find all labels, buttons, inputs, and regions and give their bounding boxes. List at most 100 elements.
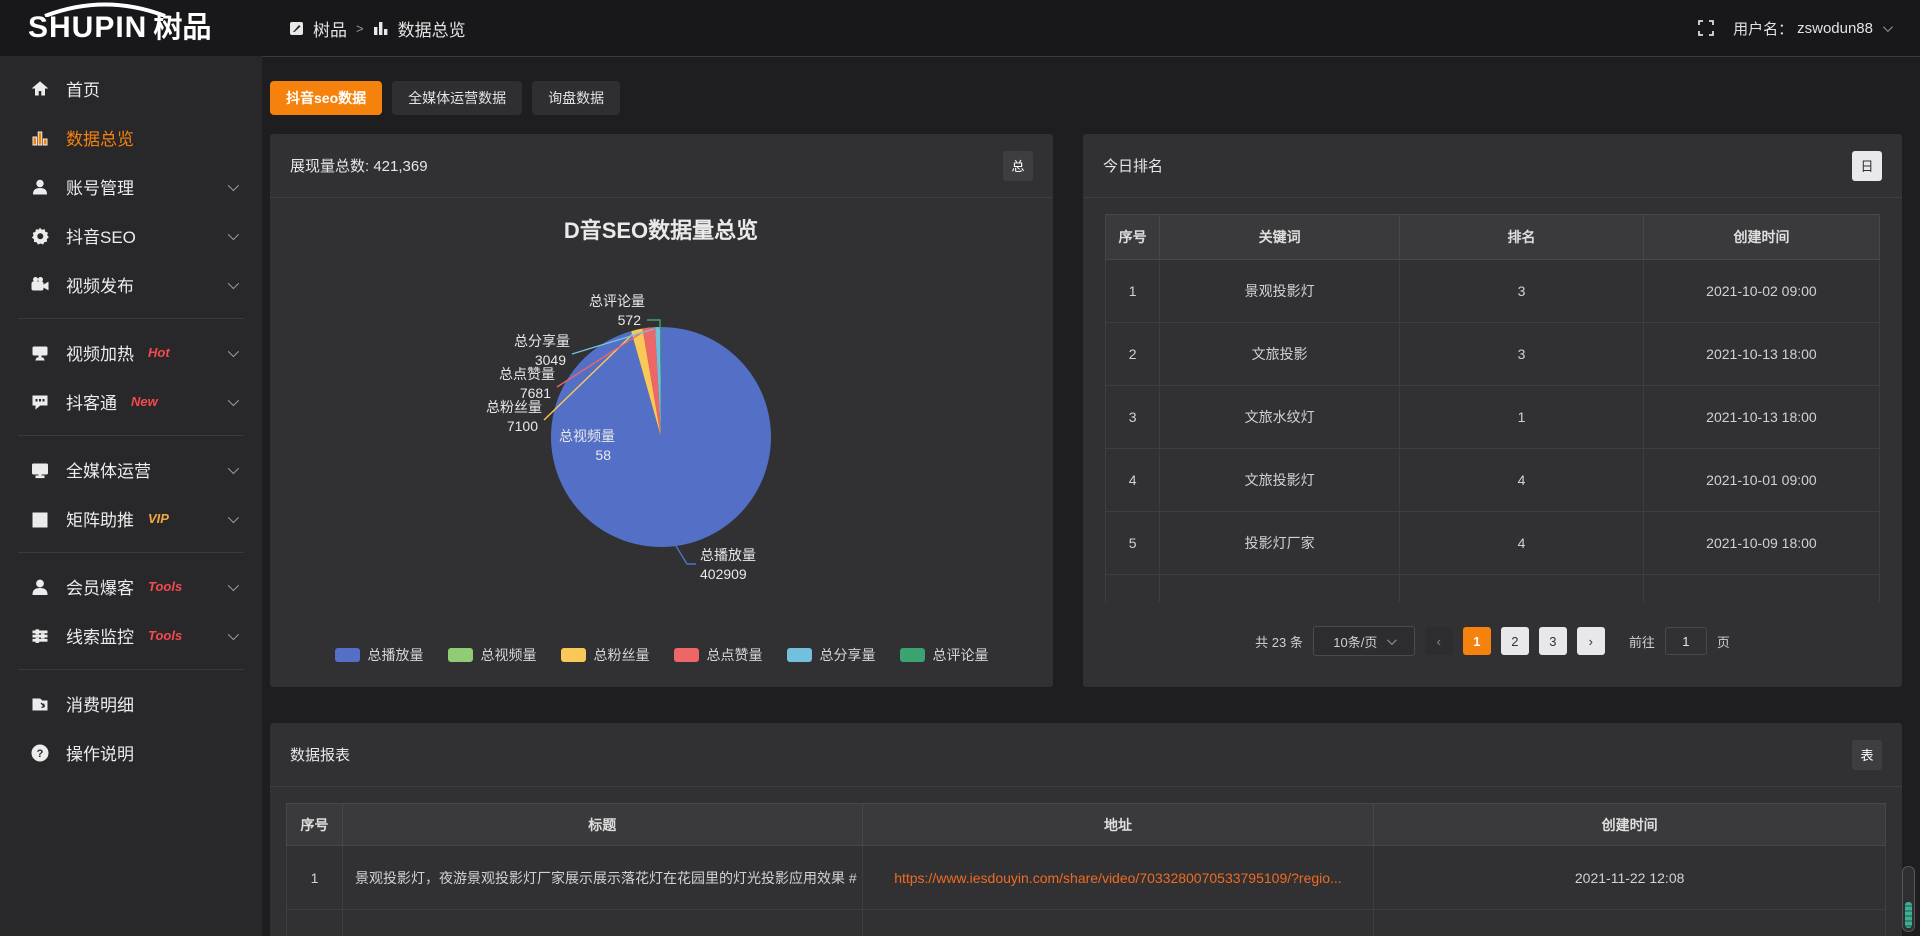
ranking-col-header: 序号: [1106, 215, 1160, 260]
home-icon: [30, 79, 50, 99]
sidebar-item-label: 消费明细: [66, 691, 134, 716]
ranking-col-header: 关键词: [1160, 215, 1400, 260]
page-buttons: 123: [1463, 627, 1567, 655]
tab-询盘数据[interactable]: 询盘数据: [532, 81, 620, 115]
edit-square-icon: [289, 21, 304, 36]
sidebar-item-sliders[interactable]: 线索监控 Tools: [0, 611, 262, 660]
table-view-button[interactable]: 表: [1852, 740, 1882, 770]
tab-label: 询盘数据: [548, 88, 604, 108]
legend-label: 总粉丝量: [594, 645, 650, 665]
user-menu[interactable]: 用户名：zswodun88: [1733, 18, 1890, 39]
sidebar-item-monitor[interactable]: 全媒体运营: [0, 445, 262, 494]
user-icon: [30, 177, 50, 197]
sidebar-item-label: 视频发布: [66, 272, 134, 297]
sidebar-item-label: 全媒体运营: [66, 457, 151, 482]
report-col-header: 创建时间: [1374, 804, 1886, 846]
fullscreen-icon[interactable]: [1697, 19, 1715, 37]
tab-全媒体运营数据[interactable]: 全媒体运营数据: [392, 81, 522, 115]
username-label: 用户名：: [1733, 18, 1793, 39]
sidebar-item-bar-chart[interactable]: 数据总览: [0, 113, 262, 162]
legend-label: 总视频量: [481, 645, 537, 665]
pie-chart[interactable]: 总播放量402909总视频量58总粉丝量7100总点赞量7681总分享量3049…: [270, 198, 1053, 643]
legend-item[interactable]: 总视频量: [448, 645, 537, 665]
sidebar-item-help[interactable]: ? 操作说明: [0, 728, 262, 777]
sidebar-item-label: 账号管理: [66, 174, 134, 199]
legend-swatch: [448, 648, 473, 662]
legend-label: 总评论量: [933, 645, 989, 665]
sidebar-item-label: 会员爆客: [66, 574, 134, 599]
legend-swatch: [787, 648, 812, 662]
bar-chart-icon: [373, 21, 389, 35]
tab-label: 全媒体运营数据: [408, 88, 506, 108]
prev-page-button[interactable]: ‹: [1425, 627, 1453, 655]
sidebar-item-label: 矩阵助推: [66, 506, 134, 531]
sidebar-item-badge: Tools: [148, 628, 182, 643]
day-range-button[interactable]: 日: [1852, 151, 1882, 181]
page-button-1[interactable]: 1: [1463, 627, 1491, 655]
member-icon: [30, 577, 50, 597]
video-title: 景观投影灯，夜游景观投影灯厂家展示展示落花灯在花园里的灯光投影应用效果 #: [342, 846, 862, 910]
scrollbar-thumb[interactable]: [1905, 902, 1912, 928]
table-row: 3文旅水纹灯12021-10-13 18:00: [1106, 386, 1880, 449]
legend-swatch: [900, 648, 925, 662]
legend-item[interactable]: 总分享量: [787, 645, 876, 665]
today-ranking-panel: 今日排名 日 序号关键词排名创建时间 1景观投影灯32021-10-02 09:…: [1083, 134, 1902, 687]
gear-icon: [30, 226, 50, 246]
report-col-header: 序号: [287, 804, 343, 846]
page-button-2[interactable]: 2: [1501, 627, 1529, 655]
sidebar-item-video-camera[interactable]: 视频发布: [0, 260, 262, 309]
ranking-col-header: 排名: [1400, 215, 1644, 260]
sidebar-item-heat-screen[interactable]: 视频加热 Hot: [0, 328, 262, 377]
video-link[interactable]: https://www.iesdouyin.com/share/video/70…: [894, 870, 1342, 886]
sidebar-divider: [18, 552, 244, 553]
sidebar-item-member[interactable]: 会员爆客 Tools: [0, 562, 262, 611]
legend-item[interactable]: 总粉丝量: [561, 645, 650, 665]
tab-label: 抖音seo数据: [286, 88, 366, 108]
page-button-3[interactable]: 3: [1539, 627, 1567, 655]
chat-icon: [30, 392, 50, 412]
page-size-select[interactable]: 10条/页: [1313, 626, 1415, 656]
chart-legend: 总播放量 总视频量 总粉丝量 总点赞量 总分享量 总评论量: [270, 645, 1053, 665]
ranking-panel-title: 今日排名: [1103, 155, 1163, 176]
sidebar-item-receipt[interactable]: 消费明细: [0, 679, 262, 728]
chevron-down-icon: [228, 579, 239, 590]
pie-label-总粉丝量: 总粉丝量7100: [486, 399, 542, 434]
sidebar-item-label: 数据总览: [66, 125, 134, 150]
sidebar-item-label: 抖客通: [66, 389, 117, 414]
legend-label: 总点赞量: [707, 645, 763, 665]
legend-swatch: [674, 648, 699, 662]
breadcrumb-root[interactable]: 树品: [313, 16, 347, 41]
chevron-down-icon: [228, 462, 239, 473]
video-camera-icon: [30, 275, 50, 295]
sidebar-item-label: 线索监控: [66, 623, 134, 648]
table-row-partial: [287, 910, 1886, 936]
chevron-down-icon: [1387, 635, 1397, 645]
sidebar-divider: [18, 435, 244, 436]
ranking-table: 序号关键词排名创建时间 1景观投影灯32021-10-02 09:002文旅投影…: [1105, 214, 1880, 602]
sidebar-item-label: 首页: [66, 76, 100, 101]
sidebar-item-chat[interactable]: 抖客通 New: [0, 377, 262, 426]
username-value: zswodun88: [1797, 20, 1873, 37]
total-range-button[interactable]: 总: [1003, 151, 1033, 181]
breadcrumb-separator: >: [356, 21, 364, 36]
chevron-down-icon: [228, 511, 239, 522]
sidebar-divider: [18, 669, 244, 670]
sliders-icon: [30, 626, 50, 646]
sidebar-item-user[interactable]: 账号管理: [0, 162, 262, 211]
breadcrumb: 树品 > 数据总览: [289, 16, 466, 41]
goto-page-input[interactable]: [1665, 627, 1707, 655]
sidebar-item-home[interactable]: 首页: [0, 64, 262, 113]
sidebar-item-gear[interactable]: 抖音SEO: [0, 211, 262, 260]
legend-item[interactable]: 总播放量: [335, 645, 424, 665]
next-page-button[interactable]: ›: [1577, 627, 1605, 655]
receipt-icon: [30, 694, 50, 714]
tab-抖音seo数据[interactable]: 抖音seo数据: [270, 81, 382, 115]
chevron-down-icon: [1883, 22, 1893, 32]
table-row: 1景观投影灯，夜游景观投影灯厂家展示展示落花灯在花园里的灯光投影应用效果 #ht…: [287, 846, 1886, 910]
legend-item[interactable]: 总点赞量: [674, 645, 763, 665]
pie-label-总播放量: 总播放量402909: [700, 547, 756, 582]
report-panel-title: 数据报表: [290, 744, 350, 765]
help-icon: ?: [30, 743, 50, 763]
legend-item[interactable]: 总评论量: [900, 645, 989, 665]
sidebar-item-grid[interactable]: 矩阵助推 VIP: [0, 494, 262, 543]
